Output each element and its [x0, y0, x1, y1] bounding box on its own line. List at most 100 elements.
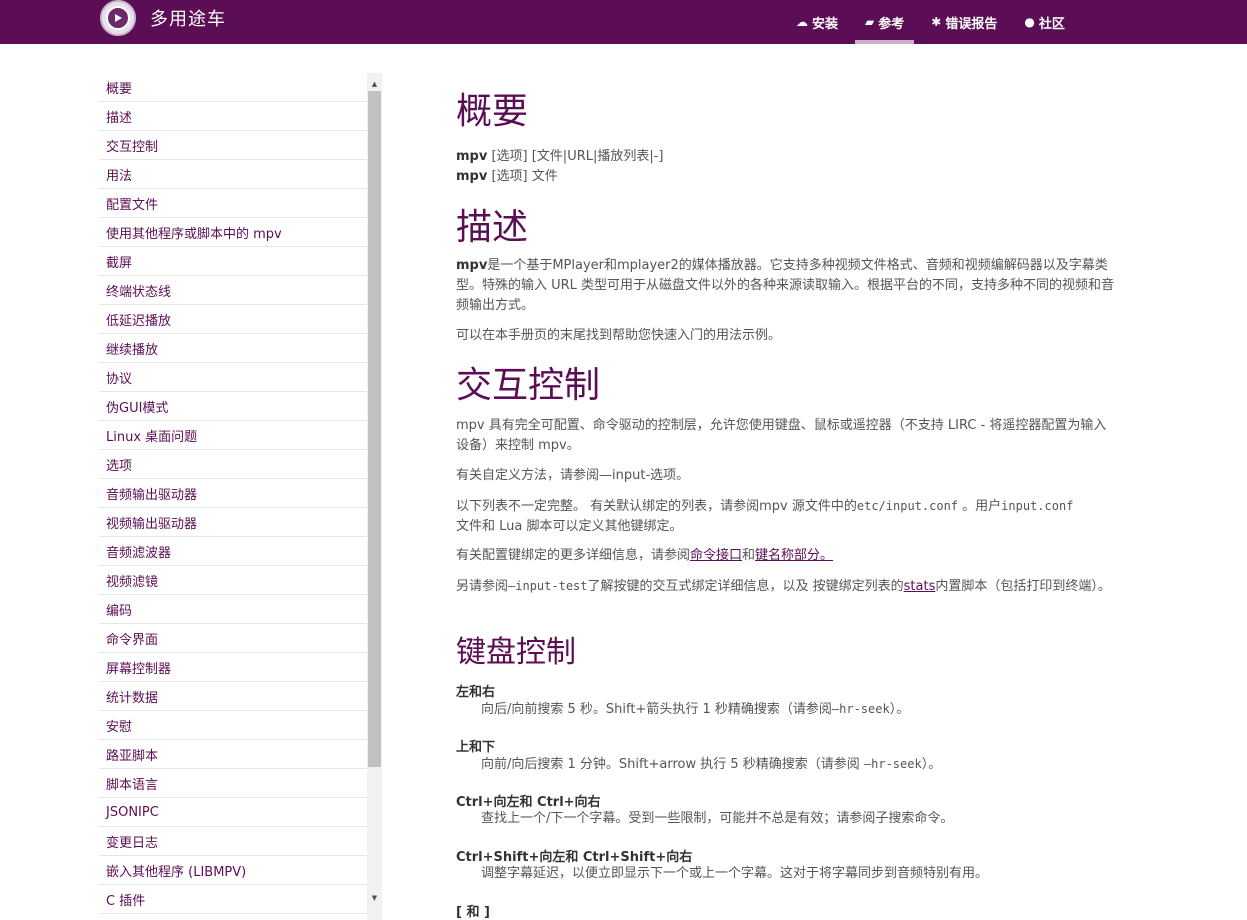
- interactive-paragraph-1: mpv 具有完全可配置、命令驱动的控制层，允许您使用键盘、鼠标或遥控器（不支持 …: [456, 418, 1107, 453]
- cmd-mpv: mpv: [456, 149, 488, 164]
- brand[interactable]: 多用途车: [100, 0, 226, 36]
- key-up-down-desc: 向前/向后搜索 1 分钟。Shift+arrow 执行 5 秒精确搜索（请参阅 …: [481, 754, 1121, 775]
- brand-title: 多用途车: [150, 9, 226, 30]
- toc-list: 概要 描述 交互控制 用法 配置文件 使用其他程序或脚本中的 mpv 截屏 终端状态线 低延迟播…: [99, 73, 367, 914]
- interactive-paragraph-5: 另请参阅—input-test了解按键的交互式绑定详细信息，以及 按键绑定列表的…: [456, 576, 1116, 597]
- p4-text-b: 和: [742, 548, 756, 563]
- p5-text-a: 另请参阅: [456, 579, 509, 594]
- d2-text-a: 向前/向后搜索 1 分钟。Shift+arrow 执行 5 秒精确搜索（请参阅: [481, 757, 864, 772]
- p5-text-c: 内置脚本（包括打印到终端）。: [935, 579, 1111, 594]
- link-key-names[interactable]: 键名称部分。: [755, 548, 833, 563]
- sidebar-item[interactable]: 选项: [99, 450, 367, 479]
- nav-reference-label: 参考: [878, 16, 905, 32]
- sidebar-item[interactable]: 交互控制: [99, 131, 367, 160]
- key-ctrl-left-right: Ctrl+向左和 Ctrl+向右: [456, 795, 601, 810]
- description-text: 是一个基于MPlayer和mplayer2的媒体播放器。它支持多种视频文件格式、…: [456, 258, 1115, 313]
- mpv-logo-icon: [100, 0, 136, 36]
- sidebar-item[interactable]: 伪GUI模式: [99, 392, 367, 421]
- sidebar-item[interactable]: Linux 桌面问题: [99, 421, 367, 450]
- p3-text-b: 。用户: [958, 499, 1002, 514]
- sidebar-item[interactable]: 音频输出驱动器: [99, 479, 367, 508]
- sidebar-item[interactable]: 路亚脚本: [99, 740, 367, 769]
- link-stats[interactable]: stats: [904, 579, 936, 594]
- sidebar-item[interactable]: 终端状态线: [99, 276, 367, 305]
- synopsis-line-2: mpv [选项] 文件: [456, 167, 1116, 187]
- bold-mpv: mpv: [456, 258, 488, 273]
- synopsis-line-1: mpv [选项] [文件|URL|播放列表|-]: [456, 147, 1116, 167]
- sidebar-item[interactable]: 继续播放: [99, 334, 367, 363]
- nav-install[interactable]: ☁ 安装: [786, 0, 848, 44]
- book-icon: ▰: [865, 15, 875, 29]
- sidebar-item[interactable]: 命令界面: [99, 624, 367, 653]
- sidebar-item[interactable]: 统计数据: [99, 682, 367, 711]
- description-paragraph-1: mpv是一个基于MPlayer和mplayer2的媒体播放器。它支持多种视频文件…: [456, 256, 1116, 316]
- nav-community-label: 社区: [1038, 16, 1065, 32]
- d1-text-b: ）。: [889, 702, 910, 717]
- sidebar-item[interactable]: JSONIPC: [99, 798, 367, 827]
- sidebar-item[interactable]: 安慰: [99, 711, 367, 740]
- link-command-interface[interactable]: 命令接口: [690, 548, 742, 563]
- cmd-mpv: mpv: [456, 169, 488, 184]
- cloud-download-icon: ☁: [796, 15, 808, 29]
- key-left-right-desc: 向后/向前搜索 5 秒。Shift+箭头执行 1 秒精确搜索（请参阅—hr-se…: [481, 699, 1121, 720]
- sidebar-item[interactable]: 用法: [99, 160, 367, 189]
- nav-bug-reports[interactable]: ✱ 错误报告: [921, 0, 1007, 44]
- sidebar-item[interactable]: 音频滤波器: [99, 537, 367, 566]
- key-ctrl-left-right-desc: 查找上一个/下一个字幕。受到一些限制，可能并不总是有效；请参阅子搜索命令。: [481, 811, 954, 826]
- code-hr-seek: —hr-seek: [831, 702, 890, 716]
- sidebar-item[interactable]: C 插件: [99, 885, 367, 914]
- key-up-down: 上和下: [456, 740, 496, 755]
- sidebar-item[interactable]: 使用其他程序或脚本中的 mpv: [99, 218, 367, 247]
- sidebar-item[interactable]: 脚本语言: [99, 769, 367, 798]
- p4-text-a: 有关配置键绑定的更多详细信息，请参阅: [456, 548, 691, 563]
- comments-icon: ●: [1024, 15, 1035, 29]
- d1-text-a: 向后/向前搜索 5 秒。Shift+箭头执行 1 秒精确搜索（请参阅: [481, 702, 832, 717]
- synopsis-args-2: [选项] 文件: [487, 169, 558, 184]
- code-input-conf-path: etc/input.conf: [856, 499, 959, 513]
- scroll-down-arrow-icon[interactable]: ▼: [367, 890, 382, 906]
- nav-community[interactable]: ● 社区: [1014, 0, 1075, 44]
- sidebar-scrollbar[interactable]: ▲ ▼: [367, 73, 382, 920]
- key-ctrl-shift-left-right-desc: 调整字幕延迟，以便立即显示下一个或上一个字幕。这对于将字幕同步到音频特别有用。: [481, 866, 989, 881]
- interactive-paragraph-4: 有关配置键绑定的更多详细信息，请参阅命令接口和键名称部分。: [456, 546, 1116, 566]
- p3-text-a: 以下列表不一定完整。 有关默认绑定的列表，请参阅mpv 源文件中的: [456, 499, 857, 514]
- top-navbar: 多用途车 ☁ 安装 ▰ 参考 ✱ 错误报告 ● 社区: [0, 0, 1247, 44]
- heading-description: 描述: [456, 207, 529, 248]
- sidebar-item[interactable]: 低延迟播放: [99, 305, 367, 334]
- sidebar-item[interactable]: 屏幕控制器: [99, 653, 367, 682]
- code-input-conf: input.conf: [1001, 499, 1074, 513]
- sidebar-item[interactable]: 描述: [99, 102, 367, 131]
- sidebar-item[interactable]: 变更日志: [99, 827, 367, 856]
- sidebar-item[interactable]: 嵌入其他程序 (LIBMPV): [99, 856, 367, 885]
- key-brackets: [ 和 ]: [456, 905, 490, 920]
- scroll-up-arrow-icon[interactable]: ▲: [367, 76, 382, 92]
- heading-interactive-control: 交互控制: [456, 365, 601, 406]
- sidebar-item[interactable]: 视频输出驱动器: [99, 508, 367, 537]
- nav-reference[interactable]: ▰ 参考: [855, 0, 915, 44]
- d2-text-b: ）。: [921, 757, 942, 772]
- synopsis-args-1: [选项] [文件|URL|播放列表|-]: [487, 149, 664, 164]
- nav-bugs-label: 错误报告: [945, 16, 998, 32]
- bug-icon: ✱: [931, 15, 942, 29]
- main-nav: ☁ 安装 ▰ 参考 ✱ 错误报告 ● 社区: [786, 0, 1082, 44]
- heading-keyboard-control: 键盘控制: [456, 635, 576, 670]
- sidebar-item[interactable]: 配置文件: [99, 189, 367, 218]
- sidebar-item[interactable]: 概要: [99, 73, 367, 102]
- heading-synopsis: 概要: [456, 91, 529, 132]
- scroll-thumb[interactable]: [368, 91, 381, 767]
- description-paragraph-2: 可以在本手册页的末尾找到帮助您快速入门的用法示例。: [456, 328, 782, 343]
- interactive-paragraph-3: 以下列表不一定完整。 有关默认绑定的列表，请参阅mpv 源文件中的etc/inp…: [456, 496, 1116, 537]
- sidebar-toc: 概要 描述 交互控制 用法 配置文件 使用其他程序或脚本中的 mpv 截屏 终端状态线 低延迟播…: [99, 73, 382, 920]
- nav-install-label: 安装: [812, 16, 839, 32]
- key-left-right: 左和右: [456, 685, 496, 700]
- code-input-test: —input-test: [508, 579, 588, 593]
- key-ctrl-shift-left-right: Ctrl+Shift+向左和 Ctrl+Shift+向右: [456, 850, 693, 865]
- sidebar-item[interactable]: 编码: [99, 595, 367, 624]
- sidebar-item[interactable]: 协议: [99, 363, 367, 392]
- interactive-paragraph-2: 有关自定义方法，请参阅—input-选项。: [456, 468, 690, 483]
- p3-text-c: 文件和 Lua 脚本可以定义其他键绑定。: [456, 519, 683, 534]
- p5-text-b: 了解按键的交互式绑定详细信息，以及 按键绑定列表的: [587, 579, 904, 594]
- sidebar-item[interactable]: 视频滤镜: [99, 566, 367, 595]
- sidebar-item[interactable]: 截屏: [99, 247, 367, 276]
- code-hr-seek: —hr-seek: [863, 757, 922, 771]
